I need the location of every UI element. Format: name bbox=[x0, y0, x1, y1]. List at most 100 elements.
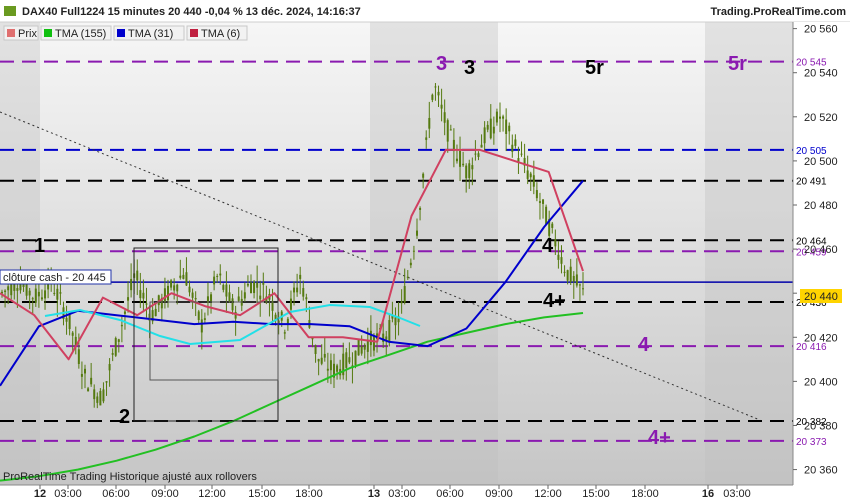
x-tick-label: 03:00 bbox=[54, 488, 82, 500]
candle-body bbox=[237, 296, 240, 301]
x-tick-label: 12:00 bbox=[534, 488, 562, 500]
candle-body bbox=[557, 254, 560, 260]
candle-body bbox=[336, 365, 339, 372]
candle-body bbox=[554, 239, 557, 247]
candle-body bbox=[403, 286, 406, 303]
candle-body bbox=[560, 257, 563, 264]
candle-body bbox=[7, 286, 10, 291]
candle-body bbox=[526, 170, 529, 179]
candle-body bbox=[136, 270, 139, 281]
candle-body bbox=[210, 294, 213, 302]
candle-body bbox=[446, 120, 449, 142]
y-tick-label: 20 540 bbox=[804, 68, 838, 80]
candle-body bbox=[329, 360, 332, 371]
candle-body bbox=[431, 94, 434, 100]
y-tick-label: 20 460 bbox=[804, 244, 838, 256]
candle-body bbox=[520, 153, 523, 155]
candle-body bbox=[123, 311, 126, 314]
x-tick-label: 12 bbox=[34, 488, 46, 500]
x-tick-label: 06:00 bbox=[102, 488, 130, 500]
candle-body bbox=[37, 291, 40, 297]
candle-body bbox=[283, 332, 286, 334]
candle-body bbox=[468, 163, 471, 178]
candle-body bbox=[434, 86, 437, 88]
candle-body bbox=[388, 320, 391, 341]
wave-label: 3 bbox=[464, 57, 475, 79]
candle-body bbox=[538, 201, 541, 203]
y-tick-label: 20 400 bbox=[804, 376, 838, 388]
candle-body bbox=[345, 352, 348, 368]
candle-body bbox=[179, 275, 182, 278]
legend-label: TMA (31) bbox=[128, 28, 173, 40]
legend-swatch bbox=[190, 29, 198, 37]
candle-body bbox=[102, 389, 105, 402]
candle-body bbox=[120, 324, 123, 327]
candle-body bbox=[314, 345, 317, 354]
wave-label: 5r bbox=[585, 57, 604, 79]
candle-body bbox=[508, 125, 511, 132]
candle-body bbox=[477, 153, 480, 157]
candle-body bbox=[474, 153, 477, 155]
candle-body bbox=[357, 339, 360, 356]
x-tick-label: 03:00 bbox=[388, 488, 416, 500]
chart-svg: 123 3 5r 5r44+44+ DAX40 Full1224 15 minutes… bbox=[0, 0, 850, 500]
night-session bbox=[705, 22, 793, 485]
candle-body bbox=[545, 206, 548, 225]
candle-body bbox=[489, 118, 492, 139]
candle-body bbox=[569, 266, 572, 282]
candle-body bbox=[305, 297, 308, 300]
candle-body bbox=[173, 285, 176, 291]
candle-body bbox=[163, 288, 166, 302]
candle-body bbox=[243, 292, 246, 299]
candle-body bbox=[185, 272, 188, 286]
candle-body bbox=[170, 280, 173, 288]
candle-body bbox=[40, 297, 43, 300]
candle-body bbox=[455, 158, 458, 162]
candle-body bbox=[216, 275, 219, 277]
candle-body bbox=[514, 139, 517, 146]
x-tick-label: 13 bbox=[368, 488, 380, 500]
site-name: Trading.ProRealTime.com bbox=[710, 6, 846, 18]
candle-body bbox=[326, 368, 329, 371]
y-tick-label: 20 360 bbox=[804, 465, 838, 477]
candle-body bbox=[459, 150, 462, 167]
candle-body bbox=[406, 276, 409, 278]
candle-body bbox=[286, 318, 289, 324]
night-session bbox=[370, 22, 498, 485]
candle-body bbox=[213, 276, 216, 285]
candle-body bbox=[145, 303, 148, 305]
candle-body bbox=[56, 288, 59, 300]
candle-body bbox=[228, 292, 231, 302]
candle-body bbox=[428, 117, 431, 129]
candle-body bbox=[551, 223, 554, 228]
legend-swatch bbox=[7, 29, 15, 37]
candle-body bbox=[191, 292, 194, 298]
candle-body bbox=[108, 364, 111, 371]
candle-body bbox=[246, 283, 249, 286]
candle-body bbox=[53, 292, 56, 294]
wave-label: 3 bbox=[436, 53, 447, 75]
instrument-icon bbox=[4, 6, 16, 16]
y-tick-label: 20 520 bbox=[804, 112, 838, 124]
wave-label: 4+ bbox=[648, 427, 671, 449]
candle-body bbox=[354, 350, 357, 365]
candle-body bbox=[59, 292, 62, 294]
wave-label: 4+ bbox=[543, 290, 566, 312]
wave-label: 4 bbox=[638, 334, 650, 356]
candle-body bbox=[31, 298, 34, 300]
candle-body bbox=[462, 163, 465, 166]
x-tick-label: 09:00 bbox=[485, 488, 513, 500]
x-tick-label: 15:00 bbox=[248, 488, 276, 500]
candle-body bbox=[176, 284, 179, 292]
candle-body bbox=[317, 359, 320, 362]
x-tick-label: 15:00 bbox=[582, 488, 610, 500]
candle-body bbox=[68, 313, 71, 330]
candle-body bbox=[366, 340, 369, 352]
candle-body bbox=[93, 389, 96, 400]
last-price-tag: 20 440 bbox=[800, 289, 842, 303]
footer-note: ProRealTime Trading Historique ajusté au… bbox=[3, 471, 257, 483]
candle-body bbox=[203, 318, 206, 320]
candle-body bbox=[483, 127, 486, 144]
candle-body bbox=[502, 116, 505, 119]
y-tick-label: 20 480 bbox=[804, 200, 838, 212]
